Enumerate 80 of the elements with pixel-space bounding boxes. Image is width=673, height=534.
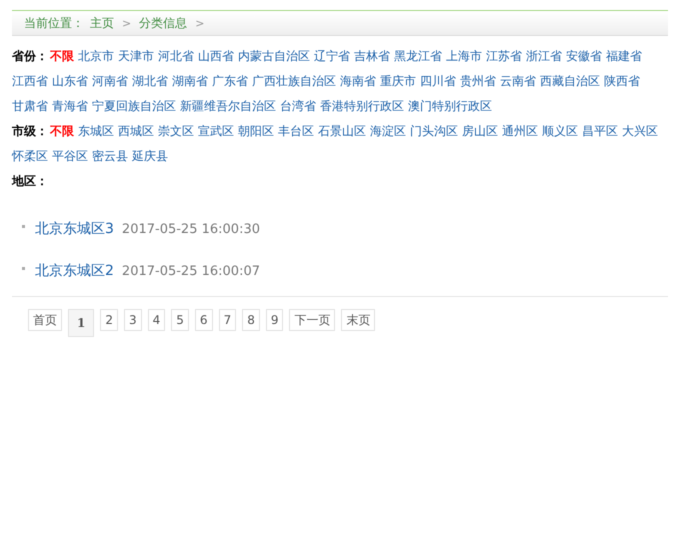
breadcrumb-link[interactable]: 分类信息 [139, 14, 188, 32]
listing-date: 2017-05-25 16:00:30 [122, 222, 260, 236]
page-button[interactable]: 首页 [28, 309, 62, 331]
filter-option[interactable]: 天津市 [118, 49, 154, 63]
filter-option[interactable]: 四川省 [420, 74, 456, 88]
filter-option[interactable]: 青海省 [52, 99, 88, 113]
filter-option[interactable]: 陕西省 [604, 74, 640, 88]
filter-option[interactable]: 辽宁省 [314, 49, 350, 63]
filter-option[interactable]: 怀柔区 [12, 149, 48, 163]
listing-link[interactable]: 北京东城区3 [35, 220, 114, 238]
filter-option[interactable]: 贵州省 [460, 74, 496, 88]
filter-label: 省份： [12, 49, 48, 63]
filter-option[interactable]: 不限 [50, 49, 74, 63]
filter-option[interactable]: 广西壮族自治区 [252, 74, 336, 88]
filter-option[interactable]: 平谷区 [52, 149, 88, 163]
filter-option[interactable]: 密云县 [92, 149, 128, 163]
page-button[interactable]: 6 [194, 309, 213, 331]
filter-option[interactable]: 甘肃省 [12, 99, 48, 113]
filter-option[interactable]: 海南省 [340, 74, 376, 88]
filter-option[interactable]: 不限 [50, 124, 74, 138]
filter-label: 地区： [12, 174, 48, 188]
filter-option[interactable]: 香港特别行政区 [320, 99, 404, 113]
filter-option[interactable]: 大兴区 [622, 124, 658, 138]
filter-option[interactable]: 广东省 [212, 74, 248, 88]
filter-option[interactable]: 昌平区 [582, 124, 618, 138]
filter-option[interactable]: 山西省 [198, 49, 234, 63]
filter-option[interactable]: 房山区 [462, 124, 498, 138]
listing-link[interactable]: 北京东城区2 [35, 262, 114, 280]
page-button[interactable]: 3 [124, 309, 142, 331]
filter-option[interactable]: 安徽省 [566, 49, 602, 63]
filter-option[interactable]: 湖北省 [132, 74, 168, 88]
page-button[interactable]: 下一页 [289, 309, 336, 331]
page-button[interactable]: 7 [218, 309, 236, 331]
filter-option[interactable]: 崇文区 [158, 124, 194, 138]
page-button[interactable]: 4 [148, 309, 166, 331]
filter-option[interactable]: 吉林省 [354, 49, 390, 63]
bullet-icon [22, 266, 25, 270]
filter-option[interactable]: 上海市 [446, 49, 482, 63]
breadcrumb-label: 当前位置： [24, 14, 84, 32]
filter-option[interactable]: 湖南省 [172, 74, 208, 88]
filter-option[interactable]: 西藏自治区 [540, 74, 600, 88]
filter-option[interactable]: 西城区 [118, 124, 154, 138]
filter-label: 市级： [12, 124, 48, 138]
filter-option[interactable]: 河南省 [92, 74, 128, 88]
breadcrumb-link[interactable]: 主页 [90, 14, 114, 32]
filter-option[interactable]: 重庆市 [380, 74, 416, 88]
filter-option[interactable]: 顺义区 [542, 124, 578, 138]
filter-option[interactable]: 石景山区 [318, 124, 366, 138]
page-button[interactable]: 5 [171, 309, 189, 331]
page-button[interactable]: 8 [242, 309, 260, 331]
page-button[interactable]: 9 [266, 309, 284, 331]
filter-option[interactable]: 黑龙江省 [394, 49, 442, 63]
filter-option[interactable]: 新疆维吾尔自治区 [180, 99, 276, 113]
filter-option[interactable]: 浙江省 [526, 49, 562, 63]
filter-option[interactable]: 山东省 [52, 74, 88, 88]
chevron-icon: > [195, 16, 204, 30]
filter-option[interactable]: 丰台区 [278, 124, 314, 138]
filter-option[interactable]: 江西省 [12, 74, 48, 88]
filter-option[interactable]: 江苏省 [486, 49, 522, 63]
filter-option[interactable]: 通州区 [502, 124, 538, 138]
filter-option[interactable]: 北京市 [78, 49, 114, 63]
filter-option[interactable]: 宣武区 [198, 124, 234, 138]
filter-option[interactable]: 朝阳区 [238, 124, 274, 138]
bullet-icon [22, 224, 25, 228]
filter-option[interactable]: 东城区 [78, 124, 114, 138]
chevron-icon: > [122, 16, 132, 30]
filter-option[interactable]: 宁夏回族自治区 [92, 99, 176, 113]
filter-option[interactable]: 内蒙古自治区 [238, 49, 310, 63]
page-button[interactable]: 末页 [341, 309, 376, 331]
page-button[interactable]: 2 [100, 309, 118, 331]
filter-option[interactable]: 门头沟区 [410, 124, 458, 138]
filter-option[interactable]: 河北省 [158, 49, 194, 63]
filter-option[interactable]: 福建省 [606, 49, 642, 63]
page-button[interactable]: 1 [68, 309, 94, 337]
listing-date: 2017-05-25 16:00:07 [122, 264, 260, 278]
filter-option[interactable]: 澳门特别行政区 [408, 99, 492, 113]
filter-option[interactable]: 延庆县 [132, 149, 168, 163]
filter-option[interactable]: 台湾省 [280, 99, 316, 113]
filter-option[interactable]: 海淀区 [370, 124, 406, 138]
filter-option[interactable]: 云南省 [500, 74, 536, 88]
